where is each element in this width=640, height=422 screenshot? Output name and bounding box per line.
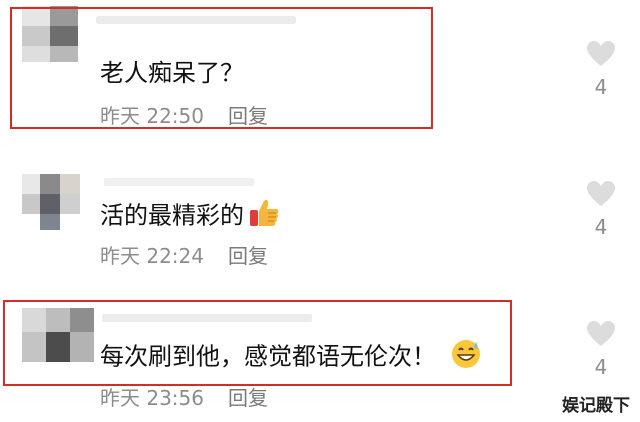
like-count: 4 bbox=[594, 355, 608, 379]
heart-icon bbox=[587, 41, 615, 66]
highlight-box bbox=[10, 7, 433, 129]
username-blurred[interactable] bbox=[104, 178, 254, 186]
comment-item: 活的最精彩的 昨天 22:24 回复 4 bbox=[0, 142, 640, 272]
reply-button[interactable]: 回复 bbox=[228, 386, 268, 410]
comment-meta: 昨天 23:56 回复 bbox=[100, 382, 268, 411]
reply-button[interactable]: 回复 bbox=[228, 244, 268, 268]
heart-icon bbox=[587, 321, 615, 346]
comment-text: 活的最精彩的 bbox=[100, 198, 280, 235]
comment-time: 昨天 22:24 bbox=[100, 244, 204, 268]
thumbs-up-icon bbox=[248, 198, 280, 235]
comment-meta: 昨天 22:24 回复 bbox=[100, 240, 268, 269]
like-button[interactable]: 4 bbox=[584, 320, 618, 379]
like-button[interactable]: 4 bbox=[584, 40, 618, 99]
like-count: 4 bbox=[594, 75, 608, 99]
like-button[interactable]: 4 bbox=[584, 180, 618, 239]
like-count: 4 bbox=[594, 215, 608, 239]
heart-icon bbox=[587, 181, 615, 206]
highlight-box bbox=[3, 300, 512, 386]
comment-time: 昨天 23:56 bbox=[100, 386, 204, 410]
avatar[interactable] bbox=[22, 174, 92, 230]
watermark: 娱记殿下 bbox=[562, 396, 630, 416]
